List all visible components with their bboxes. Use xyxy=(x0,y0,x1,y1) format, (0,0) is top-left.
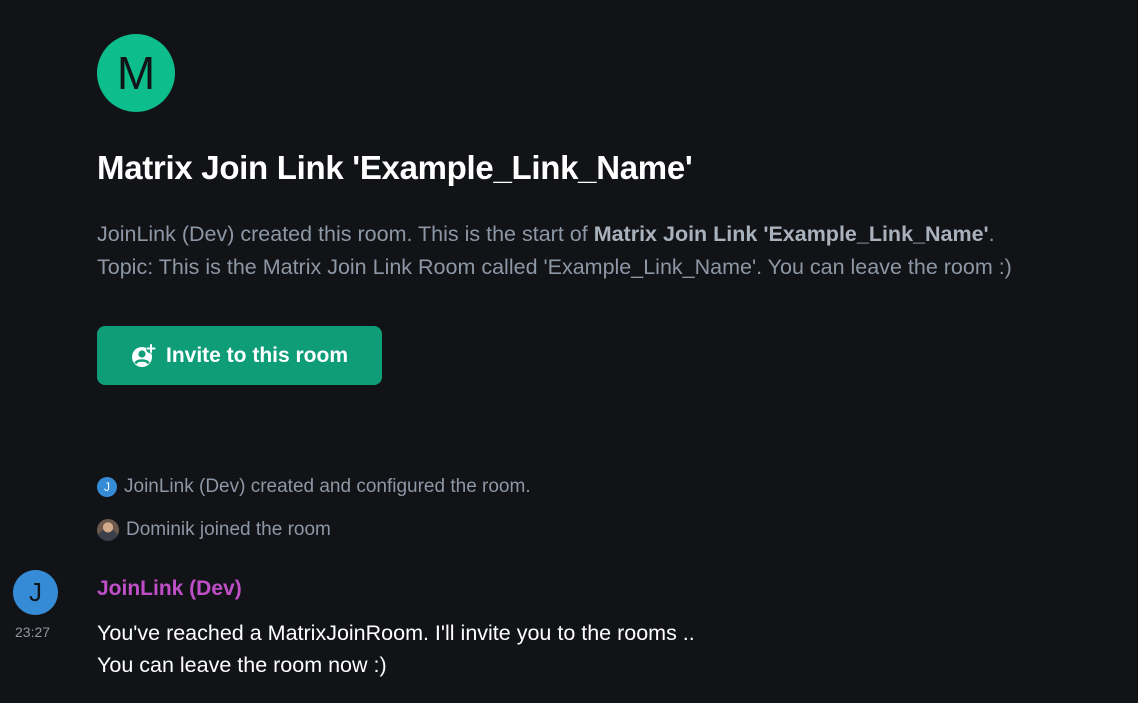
invite-to-room-button[interactable]: Invite to this room xyxy=(97,326,382,385)
user-photo-avatar[interactable] xyxy=(97,519,119,541)
room-title: Matrix Join Link 'Example_Link_Name' xyxy=(97,149,693,186)
room-intro-prefix: JoinLink (Dev) created this room. This i… xyxy=(97,222,594,246)
room-timeline: M Matrix Join Link 'Example_Link_Name' J… xyxy=(0,0,1138,703)
room-intro-creation: JoinLink (Dev) created this room. This i… xyxy=(97,218,1107,251)
event-text: Dominik joined the room xyxy=(126,519,331,540)
room-intro: JoinLink (Dev) created this room. This i… xyxy=(97,218,1107,284)
room-topic: Topic: This is the Matrix Join Link Room… xyxy=(97,255,1012,279)
sender-name[interactable]: JoinLink (Dev) xyxy=(97,577,242,601)
room-intro-room-name: Matrix Join Link 'Example_Link_Name' xyxy=(593,222,989,246)
room-avatar[interactable]: M xyxy=(97,34,175,112)
room-intro-period: . xyxy=(988,222,995,246)
message-body: You've reached a MatrixJoinRoom. I'll in… xyxy=(97,617,695,681)
event-room-created: J JoinLink (Dev) created and configured … xyxy=(97,476,531,498)
joinlink-mini-avatar[interactable]: J xyxy=(97,477,117,497)
event-member-joined: Dominik joined the room xyxy=(97,519,331,541)
sender-avatar[interactable]: J xyxy=(13,570,58,615)
message-timestamp: 23:27 xyxy=(15,624,51,640)
message-line: You've reached a MatrixJoinRoom. I'll in… xyxy=(97,621,695,645)
add-user-icon xyxy=(131,343,157,369)
event-text: JoinLink (Dev) created and configured th… xyxy=(124,476,531,497)
message-line: You can leave the room now :) xyxy=(97,653,387,677)
invite-button-label: Invite to this room xyxy=(165,343,348,367)
